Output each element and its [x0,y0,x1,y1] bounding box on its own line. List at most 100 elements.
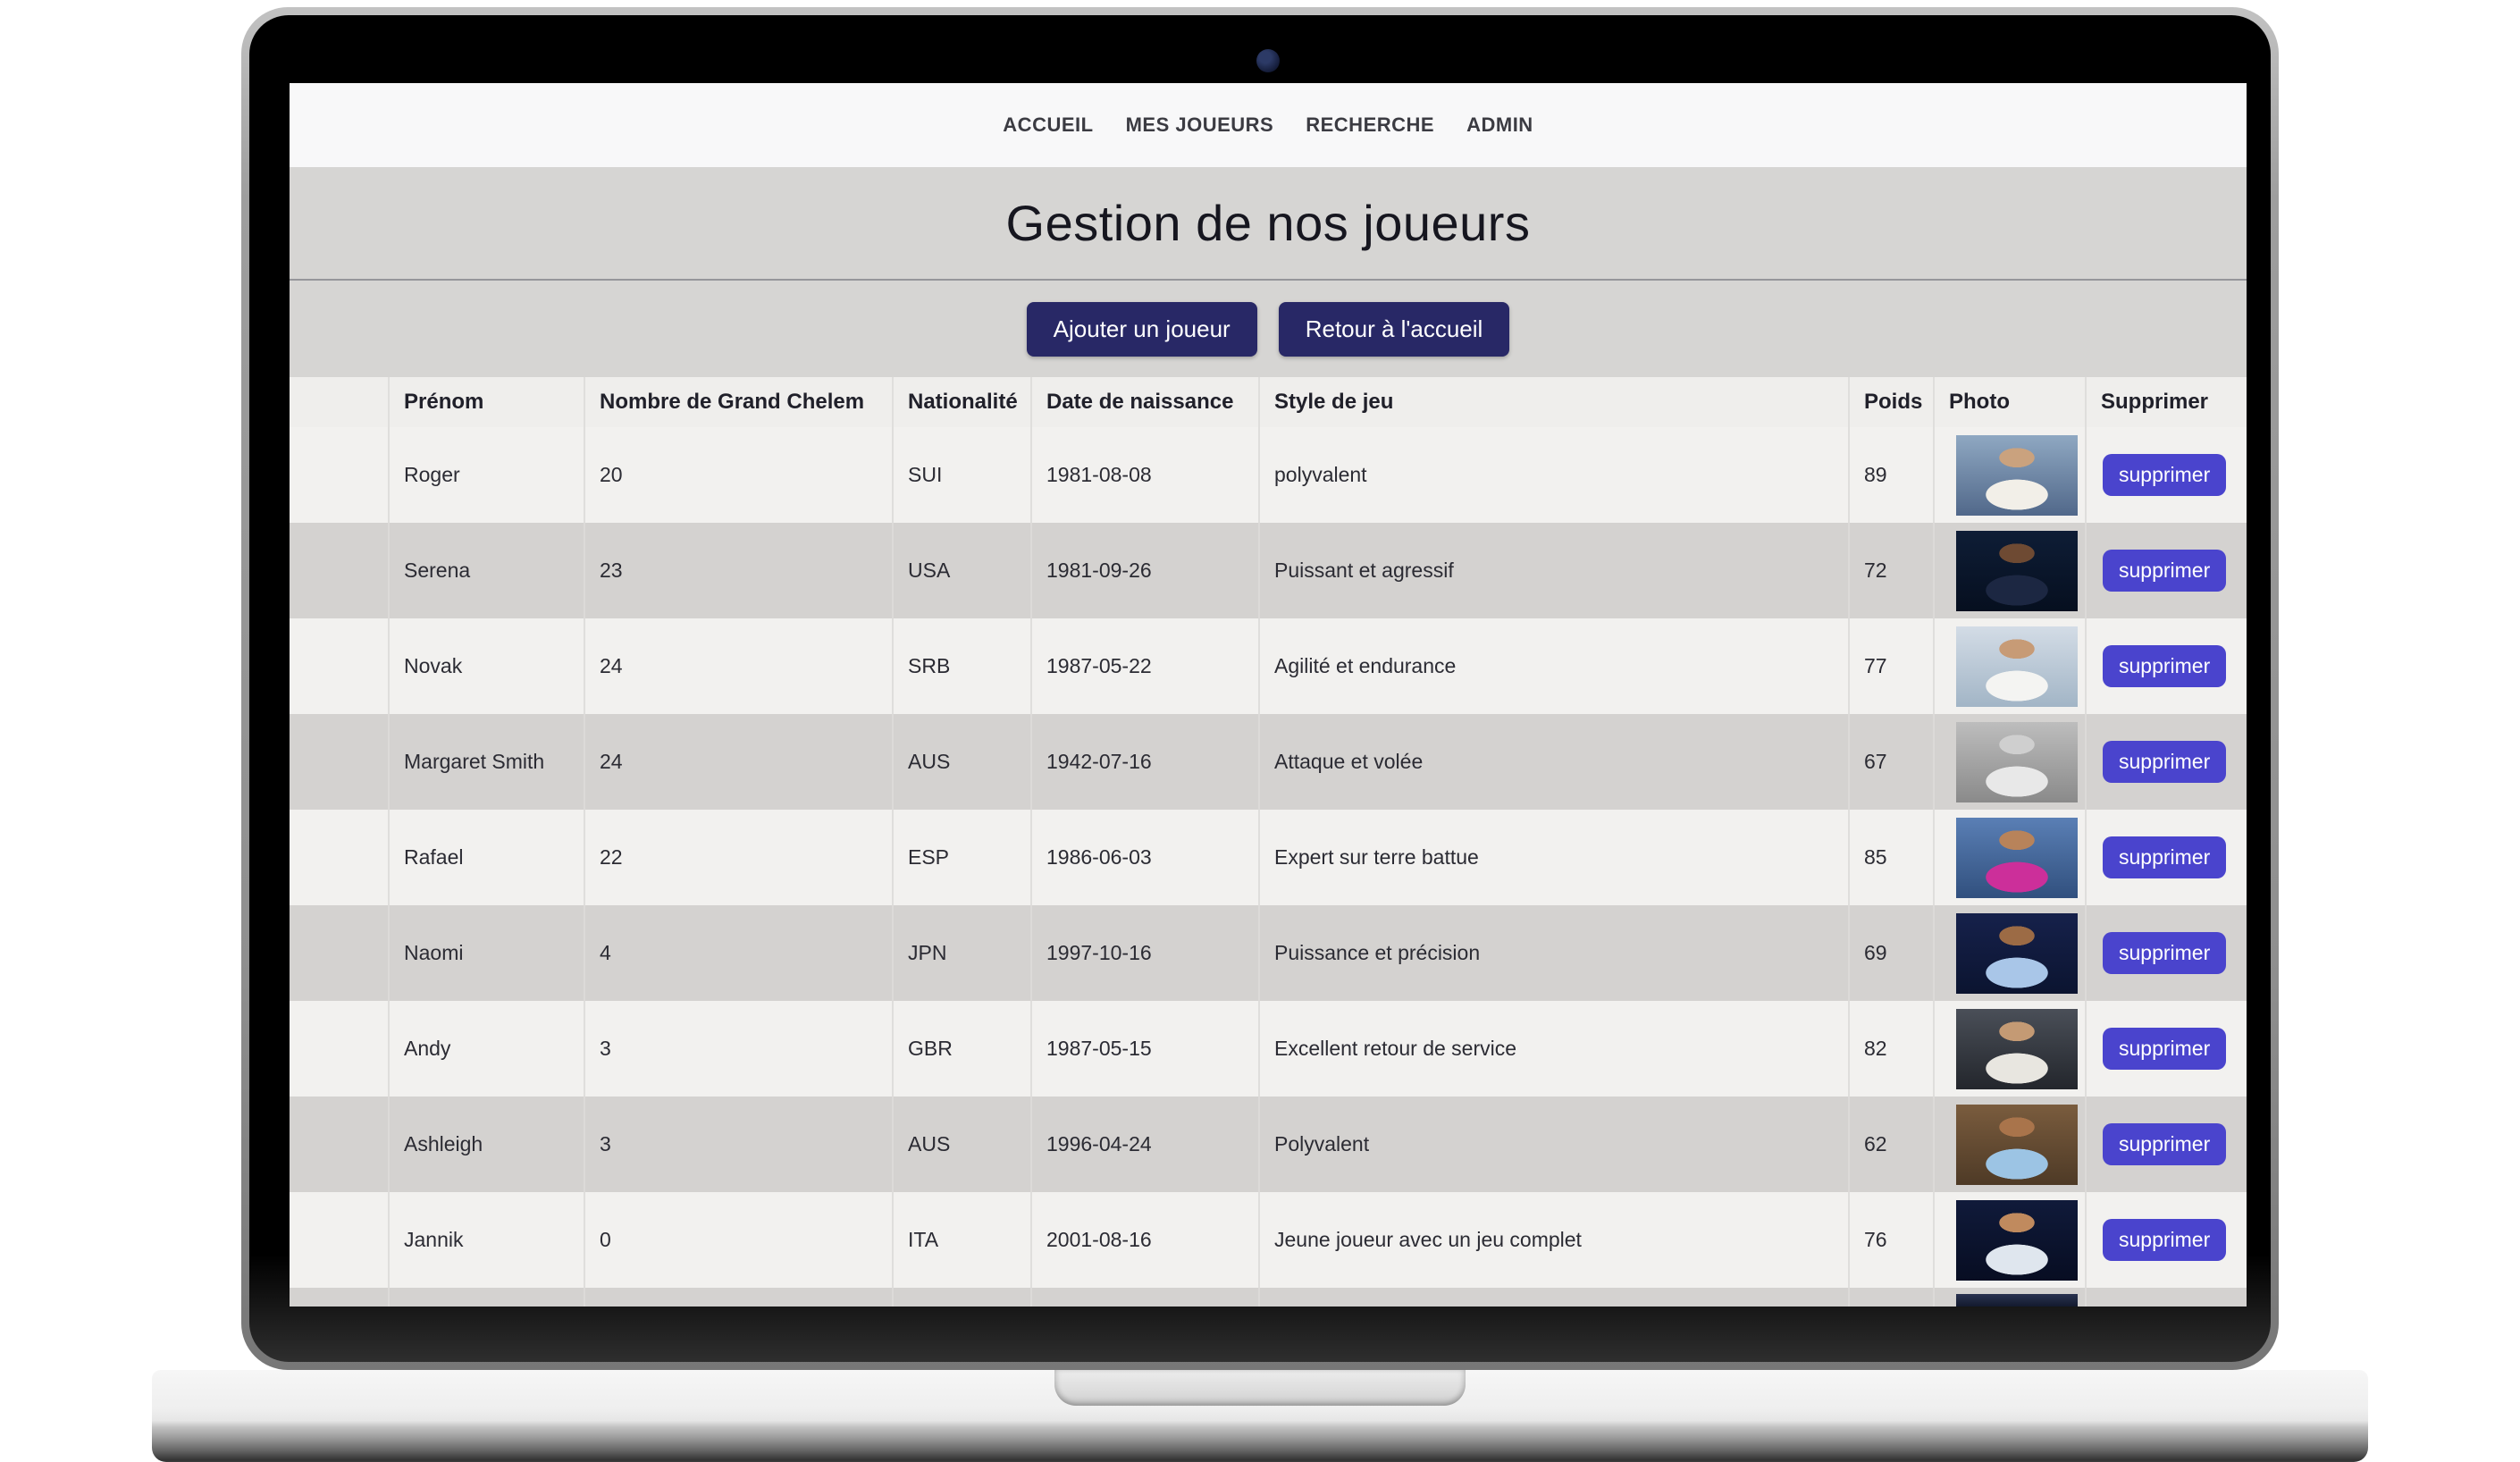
cell-supprimer: supprimer [2086,618,2247,714]
table-row: Novak24SRB1987-05-22Agilité et endurance… [290,618,2247,714]
cell-prenom: Ashleigh [389,1096,584,1192]
cell-style: Expert sur terre battue [1259,810,1849,905]
cell-style: Attaque et volée [1259,714,1849,810]
cell-grand_chelem: 4 [584,905,893,1001]
back-home-button[interactable]: Retour à l'accueil [1279,302,1510,357]
table-row: Naomi4JPN1997-10-16Puissance et précisio… [290,905,2247,1001]
clipped-player-photo [1956,1294,2078,1307]
nav-link-admin[interactable]: ADMIN [1466,113,1533,137]
hinge-notch [1054,1370,1466,1406]
row-cell [2086,1288,2247,1307]
cell-supprimer: supprimer [2086,810,2247,905]
cell-naissance: 1986-06-03 [1031,810,1259,905]
table-row: Jannik0ITA2001-08-16Jeune joueur avec un… [290,1192,2247,1288]
cell-nationalite: SRB [893,618,1031,714]
cell-prenom: Andy [389,1001,584,1096]
cell-grand_chelem: 22 [584,810,893,905]
delete-button[interactable]: supprimer [2103,454,2226,496]
cell-style: Agilité et endurance [1259,618,1849,714]
delete-button[interactable]: supprimer [2103,645,2226,687]
row-spacer-cell [290,810,389,905]
cell-supprimer: supprimer [2086,427,2247,523]
title-band: Gestion de nos joueurs [290,167,2247,281]
row-spacer-cell [290,905,389,1001]
table-header-cell: Date de naissance [1031,377,1259,427]
nav-link-accueil[interactable]: ACCUEIL [1003,113,1093,137]
top-navbar: ACCUEIL MES JOUEURS RECHERCHE ADMIN [290,83,2247,167]
cell-poids: 85 [1849,810,1934,905]
delete-button[interactable]: supprimer [2103,741,2226,783]
cell-naissance: 1981-08-08 [1031,427,1259,523]
table-header-cell: Style de jeu [1259,377,1849,427]
cell-grand_chelem: 24 [584,618,893,714]
cell-supprimer: supprimer [2086,1096,2247,1192]
jannik-photo [1956,1200,2078,1281]
row-cell [584,1288,893,1307]
table-row: Andy3GBR1987-05-15Excellent retour de se… [290,1001,2247,1096]
cell-poids: 82 [1849,1001,1934,1096]
margaret-bw-photo [1956,722,2078,802]
actions-band: Ajouter un joueur Retour à l'accueil [290,281,2247,377]
row-cell [1031,1288,1259,1307]
cell-poids: 67 [1849,714,1934,810]
table-header-cell: Poids [1849,377,1934,427]
cell-photo [1934,1288,2086,1307]
cell-prenom: Serena [389,523,584,618]
cell-poids: 89 [1849,427,1934,523]
delete-button[interactable]: supprimer [2103,932,2226,974]
cell-grand_chelem: 0 [584,1192,893,1288]
cell-photo [1934,523,2086,618]
cell-nationalite: SUI [893,427,1031,523]
table-row: Roger20SUI1981-08-08polyvalent89supprime… [290,427,2247,523]
laptop-base [152,1370,2368,1462]
delete-button[interactable]: supprimer [2103,1219,2226,1261]
cell-grand_chelem: 24 [584,714,893,810]
table-row: Serena23USA1981-09-26Puissant et agressi… [290,523,2247,618]
cell-photo [1934,905,2086,1001]
row-spacer-cell [290,1001,389,1096]
cell-nationalite: ITA [893,1192,1031,1288]
cell-supprimer: supprimer [2086,714,2247,810]
delete-button[interactable]: supprimer [2103,836,2226,878]
rafael-photo [1956,818,2078,898]
add-player-button[interactable]: Ajouter un joueur [1027,302,1257,357]
webcam-icon [1256,49,1280,72]
nav-link-mes-joueurs[interactable]: MES JOUEURS [1126,113,1274,137]
cell-nationalite: GBR [893,1001,1031,1096]
laptop-lid: ACCUEIL MES JOUEURS RECHERCHE ADMIN Gestion… [241,7,2279,1370]
table-header-row: PrénomNombre de Grand ChelemNationalitéD… [290,377,2247,427]
ashleigh-photo [1956,1105,2078,1185]
cell-prenom: Rafael [389,810,584,905]
row-spacer-cell [290,1096,389,1192]
row-spacer-cell [290,618,389,714]
cell-photo [1934,714,2086,810]
nav-link-recherche[interactable]: RECHERCHE [1306,113,1434,137]
cell-poids: 76 [1849,1192,1934,1288]
table-header-cell: Nombre de Grand Chelem [584,377,893,427]
andy-trophy-photo [1956,1009,2078,1089]
cell-photo [1934,427,2086,523]
cell-naissance: 1997-10-16 [1031,905,1259,1001]
cell-naissance: 1981-09-26 [1031,523,1259,618]
row-cell [389,1288,584,1307]
cell-naissance: 1942-07-16 [1031,714,1259,810]
screenshot-stage: ACCUEIL MES JOUEURS RECHERCHE ADMIN Gestion… [0,0,2520,1462]
novak-trophy-photo [1956,626,2078,707]
table-header-cell: Photo [1934,377,2086,427]
cell-poids: 69 [1849,905,1934,1001]
cell-prenom: Margaret Smith [389,714,584,810]
row-spacer-cell [290,523,389,618]
delete-button[interactable]: supprimer [2103,550,2226,592]
cell-style: Polyvalent [1259,1096,1849,1192]
cell-style: Excellent retour de service [1259,1001,1849,1096]
cell-nationalite: JPN [893,905,1031,1001]
cell-style: Puissance et précision [1259,905,1849,1001]
row-spacer-cell [290,427,389,523]
row-cell [893,1288,1031,1307]
cell-nationalite: ESP [893,810,1031,905]
cell-supprimer: supprimer [2086,905,2247,1001]
delete-button[interactable]: supprimer [2103,1123,2226,1165]
table-header-cell: Nationalité [893,377,1031,427]
delete-button[interactable]: supprimer [2103,1028,2226,1070]
cell-poids: 77 [1849,618,1934,714]
